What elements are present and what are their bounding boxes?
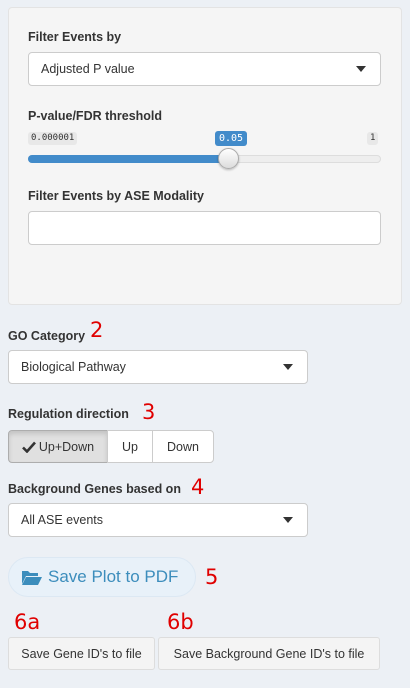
save-gene-ids-label: Save Gene ID's to file [21,646,142,661]
annotation-2: 2 [90,318,104,342]
caret-down-icon [283,517,293,523]
background-value: All ASE events [21,513,103,527]
filter-by-value: Adjusted P value [41,62,135,76]
filter-by-select[interactable]: Adjusted P value [28,52,381,86]
caret-down-icon [356,66,366,72]
save-background-ids-button[interactable]: Save Background Gene ID's to file [158,637,380,670]
regulation-option-label: Up+Down [38,439,95,454]
slider-value-label: 0.05 [215,131,248,146]
check-icon [21,441,36,453]
regulation-down-button[interactable]: Down [152,430,214,463]
slider-handle[interactable] [218,148,239,169]
annotation-4: 4 [191,475,205,499]
background-label: Background Genes based on [8,482,181,496]
regulation-option-label: Up [122,439,138,454]
modality-input[interactable] [28,211,381,245]
go-category-label: GO Category [8,329,86,343]
filter-by-label: Filter Events by [28,30,122,44]
regulation-option-label: Down [167,439,199,454]
save-pdf-label: Save Plot to PDF [48,567,179,586]
annotation-5: 5 [205,565,219,589]
slider-fill [28,155,228,163]
regulation-up-down-button[interactable]: Up+Down [8,430,108,463]
threshold-label: P-value/FDR threshold [28,109,163,123]
regulation-label: Regulation direction [8,407,129,421]
go-category-select[interactable]: Biological Pathway [8,350,308,384]
go-category-value: Biological Pathway [21,360,126,374]
save-pdf-button[interactable]: Save Plot to PDF [8,557,196,597]
background-select[interactable]: All ASE events [8,503,308,537]
annotation-6b: 6b [167,610,194,634]
slider-max-label: 1 [367,132,379,145]
slider-min-label: 0.000001 [28,132,78,145]
regulation-up-button[interactable]: Up [107,430,153,463]
annotation-6a: 6a [14,610,41,634]
save-gene-ids-button[interactable]: Save Gene ID's to file [8,637,155,670]
modality-label: Filter Events by ASE Modality [28,189,204,203]
folder-open-icon [22,570,42,585]
regulation-button-group: Up+Down Up Down [8,430,214,463]
save-background-ids-label: Save Background Gene ID's to file [173,646,365,661]
annotation-3: 3 [142,400,156,424]
caret-down-icon [283,364,293,370]
